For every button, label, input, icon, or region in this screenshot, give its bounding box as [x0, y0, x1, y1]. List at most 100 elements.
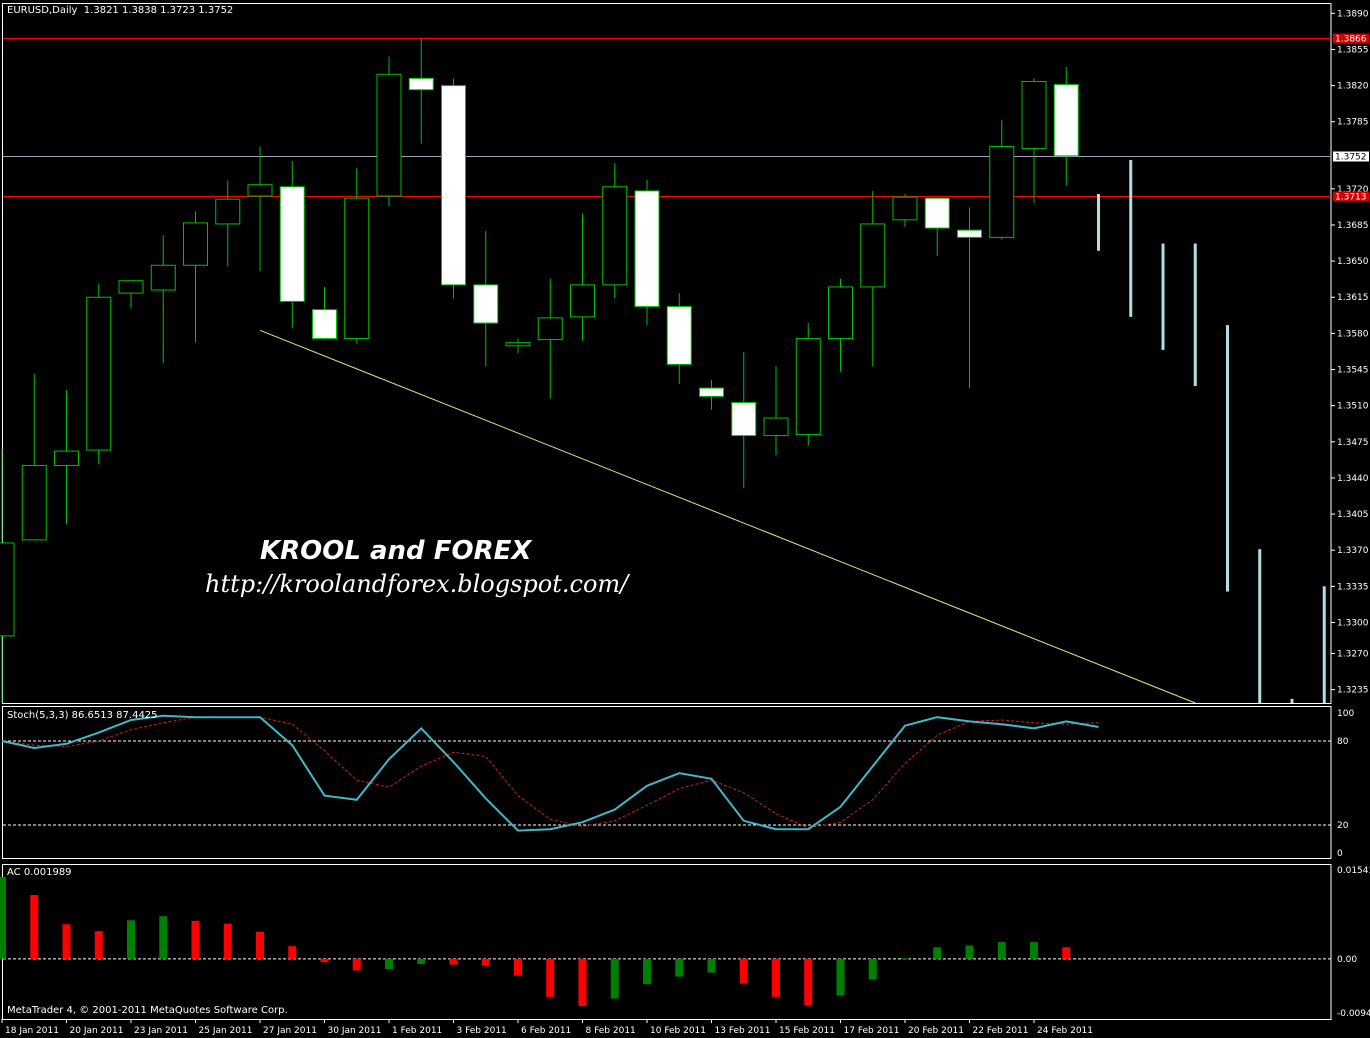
price-tick-label: 1.3370	[1337, 546, 1369, 556]
ac-tick-label: 0.00	[1337, 955, 1357, 965]
price-tick-label: 1.3440	[1337, 474, 1369, 484]
ac-bar	[772, 958, 780, 997]
candle	[279, 160, 305, 329]
ac-bar	[320, 958, 329, 963]
watermark-url: http://kroolandforex.blogspot.com/	[205, 570, 629, 598]
ac-bar	[643, 958, 651, 985]
candle	[312, 286, 337, 340]
candle	[537, 278, 563, 399]
candle	[602, 163, 628, 299]
candle-body	[215, 198, 241, 225]
ac-bar	[868, 958, 877, 980]
ac-bar	[0, 877, 6, 959]
candle-body	[1053, 84, 1079, 157]
candle-body	[602, 186, 628, 286]
date-tick-label: 17 Feb 2011	[844, 1026, 900, 1036]
ac-bar	[965, 945, 974, 959]
candle-body	[505, 342, 531, 347]
price-tick-label: 1.3545	[1337, 366, 1369, 376]
price-tick-label: 1.3405	[1337, 510, 1369, 520]
candle	[1021, 78, 1047, 204]
candle	[344, 168, 370, 344]
candle-body	[666, 306, 692, 365]
date-tick-label: 25 Jan 2011	[199, 1026, 253, 1036]
candle	[0, 449, 15, 703]
ac-bar	[417, 958, 426, 965]
stoch-main-line	[1, 714, 1099, 832]
ac-tick-label: -0.00941	[1337, 1009, 1370, 1019]
candle	[1053, 67, 1079, 186]
date-tick-label: 13 Feb 2011	[715, 1026, 771, 1036]
date-tick-label: 15 Feb 2011	[779, 1026, 835, 1036]
stoch-tick-label: 80	[1337, 737, 1349, 747]
ac-bar	[127, 920, 135, 959]
stoch-tick-label: 20	[1337, 821, 1349, 831]
price-tick-label: 1.3475	[1337, 438, 1369, 448]
candle	[247, 146, 273, 272]
candle-body	[344, 197, 370, 340]
ac-bar	[707, 958, 716, 973]
date-tick-label: 10 Feb 2011	[650, 1026, 706, 1036]
price-tick-label: 1.3820	[1337, 82, 1369, 92]
date-tick-label: 6 Feb 2011	[521, 1026, 571, 1036]
ohlc-values: 1.3821 1.3838 1.3723 1.3752	[83, 5, 234, 16]
forecast-bar	[1193, 243, 1197, 387]
date-tick-label: 30 Jan 2011	[328, 1026, 382, 1036]
candle-body	[634, 190, 660, 308]
ac-bar	[804, 958, 813, 1006]
candle	[892, 194, 918, 228]
chart-title: EURUSD,Daily 1.3821 1.3838 1.3723 1.3752	[7, 5, 234, 16]
candle	[215, 180, 241, 267]
forecast-bar	[1129, 159, 1133, 317]
ac-bar	[739, 958, 748, 984]
candle-body	[957, 229, 982, 238]
price-tick-label: 1.3580	[1337, 329, 1369, 339]
trend-line	[259, 329, 1196, 704]
forecast-bar	[1322, 586, 1326, 703]
candle-body	[376, 73, 402, 197]
price-tick-label: 1.3650	[1337, 257, 1369, 267]
ac-bar	[578, 958, 587, 1007]
watermark-name: KROOL and FOREX	[260, 536, 532, 566]
ac-bar	[62, 924, 71, 959]
candle	[699, 379, 724, 410]
stoch-panel-frame	[2, 706, 1332, 859]
candle	[989, 119, 1015, 240]
candle-body	[731, 402, 757, 437]
candle-body	[892, 196, 918, 221]
date-tick-label: 20 Feb 2011	[908, 1026, 964, 1036]
candle	[570, 213, 595, 341]
candle	[183, 211, 208, 343]
candle-body	[312, 309, 337, 340]
stoch-tick-label: 0	[1337, 849, 1343, 859]
candle-body	[570, 284, 595, 318]
candle	[731, 351, 757, 489]
date-tick-label: 22 Feb 2011	[973, 1026, 1029, 1036]
candle	[21, 373, 47, 541]
stoch-tick-label: 100	[1337, 709, 1354, 719]
candle	[118, 280, 144, 309]
date-tick-label: 23 Jan 2011	[134, 1026, 188, 1036]
candle	[408, 38, 434, 144]
forecast-bar	[1290, 698, 1294, 703]
forecast-bar	[1097, 194, 1100, 251]
candle	[763, 366, 789, 456]
ac-bar	[836, 958, 845, 996]
ac-bar	[481, 958, 490, 966]
date-tick-label: 20 Jan 2011	[70, 1026, 124, 1036]
date-tick-label: 8 Feb 2011	[586, 1026, 636, 1036]
candle-body	[537, 317, 563, 341]
forecast-bar	[1161, 243, 1165, 350]
ac-bar	[288, 946, 297, 959]
chart-canvas: 1.38901.38551.38201.37851.37201.36851.36…	[0, 3, 1370, 1036]
candle	[473, 231, 499, 367]
candle	[666, 293, 692, 384]
ac-bar	[610, 958, 619, 999]
ac-bar	[546, 958, 555, 997]
price-tick-label: 1.3890	[1337, 9, 1369, 19]
ac-bar	[901, 958, 909, 960]
price-tick-label: 1.3510	[1337, 402, 1369, 412]
candle-body	[924, 197, 950, 229]
ac-bar	[933, 947, 942, 959]
candle-body	[150, 264, 176, 291]
